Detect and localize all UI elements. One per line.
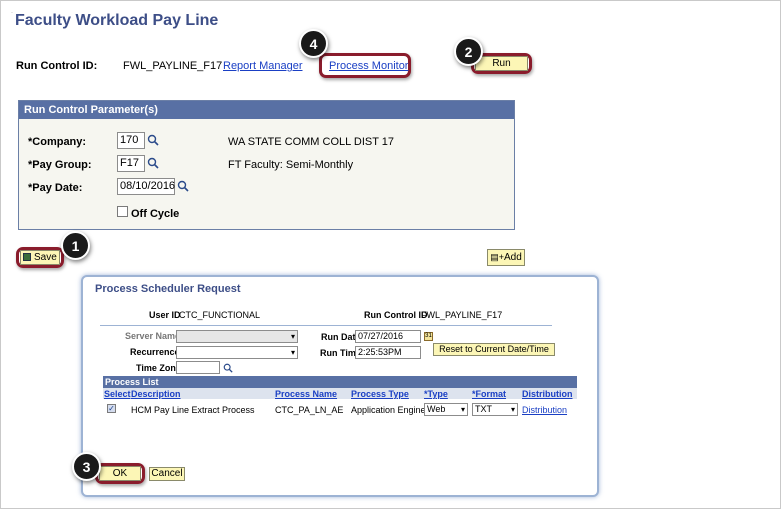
row-description: HCM Pay Line Extract Process [131,405,255,415]
paygroup-search-icon[interactable] [147,157,159,169]
ok-button[interactable]: OK [99,466,141,481]
col-process-name[interactable]: Process Name [275,389,338,399]
row-select-checkbox[interactable]: ✓ [107,404,116,413]
userid-label: User ID [149,310,181,320]
row-format-select[interactable]: TXT ▾ [472,403,518,416]
dialog-divider [100,325,552,326]
corner-mark: · [11,10,13,16]
col-format[interactable]: *Format [472,389,507,399]
recurrence-label: Recurrence [130,347,180,357]
recurrence-select[interactable]: ▾ [176,346,298,359]
run-control-parameters-heading: Run Control Parameter(s) [19,101,514,119]
company-description: WA STATE COMM COLL DIST 17 [228,136,395,148]
company-label: *Company: [28,136,87,148]
page-title: Faculty Workload Pay Line [15,12,219,29]
timezone-input[interactable] [176,361,220,374]
row-process-name: CTC_PA_LN_AE [275,405,344,415]
process-list-heading: Process List [103,376,577,388]
step-badge-4: 4 [299,29,328,58]
calendar-icon[interactable]: 31 [424,332,433,341]
timezone-label: Time Zone [136,363,181,373]
col-distribution[interactable]: Distribution [522,389,573,399]
row-process-type: Application Engine [351,405,426,415]
add-button[interactable]: ▤+Add [487,249,525,266]
runctl-value: FWL_PAYLINE_F17 [421,310,503,320]
paydate-input[interactable]: 08/10/2016 [117,178,175,195]
run-button[interactable]: Run [475,56,528,71]
paydate-label: *Pay Date: [28,182,83,194]
chevron-down-icon: ▾ [510,405,515,414]
step-badge-1: 1 [61,231,90,260]
offcycle-label: Off Cycle [131,208,180,220]
cancel-button[interactable]: Cancel [149,467,185,481]
run-control-value: FWL_PAYLINE_F17 [123,60,223,72]
page-frame: · Faculty Workload Pay Line Run Control … [0,0,781,509]
runctl-label: Run Control ID [364,310,428,320]
userid-value: CTC_FUNCTIONAL [179,310,261,320]
paygroup-description: FT Faculty: Semi-Monthly [228,159,354,171]
reset-datetime-button[interactable]: Reset to Current Date/Time [433,343,555,356]
row-type-value: Web [427,404,446,414]
company-search-icon[interactable] [147,134,159,146]
server-name-label: Server Name [125,331,181,341]
row-distribution-link[interactable]: Distribution [522,405,567,415]
col-type[interactable]: *Type [424,389,448,399]
col-description[interactable]: Description [131,389,181,399]
chevron-down-icon: ▾ [460,405,465,414]
paygroup-label: *Pay Group: [28,159,92,171]
paygroup-input[interactable]: F17 [117,155,145,172]
add-icon: ▤+ [490,252,504,262]
company-input[interactable]: 170 [117,132,145,149]
process-monitor-link[interactable]: Process Monitor [329,60,408,72]
add-label: Add [503,252,522,263]
chevron-down-icon: ▾ [290,332,295,341]
row-format-value: TXT [475,404,492,414]
step-badge-2: 2 [454,37,483,66]
offcycle-checkbox[interactable] [117,206,128,217]
paydate-search-icon[interactable] [177,180,189,192]
save-icon [23,253,32,262]
runtime-input[interactable]: 2:25:53PM [355,346,421,359]
server-name-select[interactable]: ▾ [176,330,298,343]
dialog-title: Process Scheduler Request [95,283,241,295]
report-manager-link[interactable]: Report Manager [223,60,303,72]
rundate-input[interactable]: 07/27/2016 [355,330,421,343]
row-type-select[interactable]: Web ▾ [424,403,468,416]
run-control-label: Run Control ID: [16,60,98,72]
chevron-down-icon: ▾ [290,348,295,357]
save-label: Save [33,252,57,263]
step-badge-3: 3 [72,452,101,481]
save-button[interactable]: Save [20,250,60,265]
col-select[interactable]: Select [104,389,131,399]
timezone-search-icon[interactable] [223,363,233,373]
process-scheduler-dialog: Process Scheduler Request User ID CTC_FU… [81,275,599,497]
col-process-type[interactable]: Process Type [351,389,409,399]
